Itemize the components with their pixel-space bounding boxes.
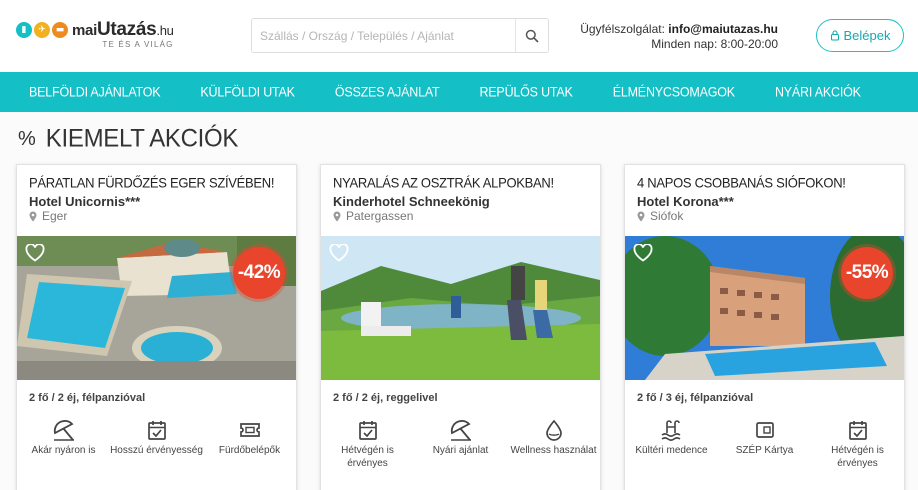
logo-tagline: TE ÉS A VILÁG [102, 40, 174, 49]
hotel-photo[interactable]: -42% [17, 236, 296, 380]
hotel-location: Siófok [637, 209, 683, 223]
location-label: Eger [42, 209, 68, 223]
main-nav: BELFÖLDI AJÁNLATOK KÜLFÖLDI UTAK ÖSSZES … [0, 72, 918, 112]
card-icon [755, 422, 774, 438]
feature-list: Hétvégén is érvényes Nyári ajánlat Welln… [321, 419, 600, 470]
section-title: KIEMELT AKCIÓK [45, 124, 239, 153]
heart-icon[interactable] [633, 244, 653, 262]
search-input[interactable] [252, 19, 515, 52]
feature-label: Hosszú érvényesség [110, 445, 203, 456]
heart-icon[interactable] [25, 244, 45, 262]
section-header: % KIEMELT AKCIÓK [18, 124, 239, 153]
offer-details: 2 fő / 2 éj, félpanzióval [29, 392, 146, 404]
nav-item-experiences[interactable]: ÉLMÉNYCSOMAGOK [613, 84, 735, 99]
search-button[interactable] [515, 19, 548, 52]
percent-icon: % [18, 127, 36, 150]
search-icon [525, 29, 539, 43]
customer-service-info: Ügyfélszolgálat: info@maiutazas.hu Minde… [560, 22, 778, 52]
feature-label: Hétvégén is érvényes [831, 445, 884, 469]
hotel-name[interactable]: Hotel Unicornis*** [29, 194, 140, 209]
contact-hours: Minden nap: 8:00-20:00 [651, 37, 778, 51]
location-pin-icon [29, 211, 37, 221]
logo-wordmark: maiUtazás.hu [72, 19, 174, 40]
offer-title: 4 NAPOS CSOBBANÁS SIÓFOKON! [637, 175, 846, 191]
ticket-icon: ▬ [52, 22, 68, 38]
hotel-location: Patergassen [333, 209, 413, 223]
nav-item-domestic[interactable]: BELFÖLDI AJÁNLATOK [29, 84, 161, 99]
calendar-check-icon [147, 421, 166, 440]
nav-item-all-offers[interactable]: ÖSSZES AJÁNLAT [335, 84, 440, 99]
drop-icon [545, 419, 562, 441]
hotel-name[interactable]: Hotel Korona*** [637, 194, 734, 209]
nav-item-summer-deals[interactable]: NYÁRI AKCIÓK [775, 84, 861, 99]
offer-details: 2 fő / 2 éj, reggelivel [333, 392, 438, 404]
feature-label: Fürdőbelépők [218, 445, 281, 456]
feature-item: Kültéri medence [625, 419, 718, 470]
feature-label: Wellness használat [510, 445, 597, 456]
feature-item: Wellness használat [507, 419, 600, 470]
feature-label: SZÉP Kártya [735, 445, 794, 456]
plane-icon: ✈ [34, 22, 50, 38]
location-pin-icon [333, 211, 341, 221]
calendar-check-icon [848, 421, 867, 440]
ticket-icon [239, 423, 260, 437]
hotel-name[interactable]: Kinderhotel Schneekönig [333, 194, 490, 209]
contact-email[interactable]: info@maiutazas.hu [668, 22, 778, 36]
nav-item-flights[interactable]: REPÜLŐS UTAK [479, 84, 572, 99]
feature-label: Hétvégén is érvényes [341, 445, 394, 469]
discount-badge: -42% [233, 247, 285, 299]
offer-details: 2 fő / 3 éj, félpanzióval [637, 392, 754, 404]
feature-item: Nyári ajánlat [414, 419, 507, 470]
site-logo[interactable]: ▮ ✈ ▬ maiUtazás.hu TE ÉS A VILÁG [16, 20, 174, 49]
location-pin-icon [637, 211, 645, 221]
hotel-photo[interactable]: -55% [625, 236, 904, 380]
offer-title: PÁRATLAN FÜRDŐZÉS EGER SZÍVÉBEN! [29, 175, 275, 191]
offer-title: NYARALÁS AZ OSZTRÁK ALPOKBAN! [333, 175, 554, 191]
umbrella-icon [450, 420, 471, 441]
heart-icon[interactable] [329, 244, 349, 262]
feature-item: SZÉP Kártya [718, 419, 811, 470]
feature-item: Akár nyáron is [17, 419, 110, 458]
offer-card[interactable]: PÁRATLAN FÜRDŐZÉS EGER SZÍVÉBEN! Hotel U… [16, 164, 297, 490]
offer-card[interactable]: NYARALÁS AZ OSZTRÁK ALPOKBAN! Kinderhote… [320, 164, 601, 490]
login-label: Belépek [843, 28, 891, 43]
location-label: Siófok [650, 209, 684, 223]
feature-label: Akár nyáron is [31, 445, 96, 456]
suitcase-icon: ▮ [16, 22, 32, 38]
site-header: ▮ ✈ ▬ maiUtazás.hu TE ÉS A VILÁG Ügyféls… [0, 0, 918, 72]
calendar-check-icon [358, 421, 377, 440]
umbrella-icon [53, 420, 74, 441]
search-bar [251, 18, 549, 53]
hotel-photo[interactable] [321, 236, 600, 380]
feature-item: Hosszú érvényesség [110, 419, 203, 458]
feature-list: Akár nyáron is Hosszú érvényesség Fürdőb… [17, 419, 296, 458]
lock-icon [830, 30, 839, 41]
offer-card[interactable]: 4 NAPOS CSOBBANÁS SIÓFOKON! Hotel Korona… [624, 164, 905, 490]
hotel-location: Eger [29, 209, 67, 223]
feature-label: Nyári ajánlat [432, 445, 489, 456]
logo-icons: ▮ ✈ ▬ [16, 22, 68, 38]
feature-label: Kültéri medence [635, 445, 708, 456]
nav-item-abroad[interactable]: KÜLFÖLDI UTAK [200, 84, 295, 99]
feature-item: Hétvégén is érvényes [321, 419, 414, 470]
feature-list: Kültéri medence SZÉP Kártya Hétvégén is … [625, 419, 904, 470]
feature-item: Fürdőbelépők [203, 419, 296, 458]
feature-item: Hétvégén is érvényes [811, 419, 904, 470]
login-button[interactable]: Belépek [816, 19, 904, 52]
pool-icon [661, 420, 680, 441]
discount-badge: -55% [841, 247, 893, 299]
location-label: Patergassen [346, 209, 414, 223]
contact-label: Ügyfélszolgálat: [580, 22, 665, 36]
